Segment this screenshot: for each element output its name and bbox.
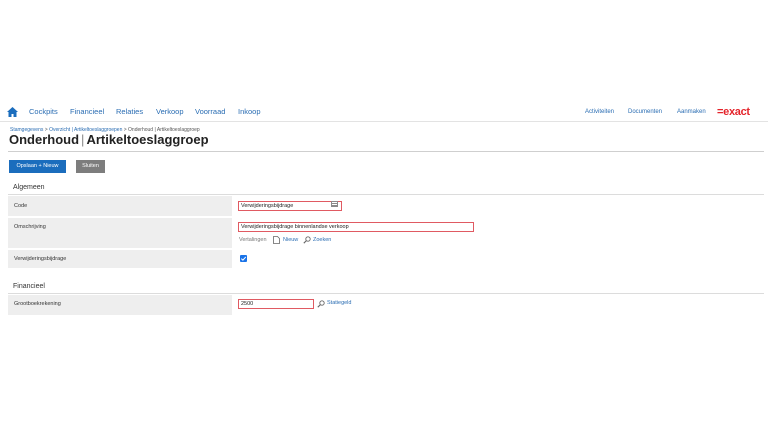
- exact-logo[interactable]: =exact: [717, 106, 750, 118]
- code-input[interactable]: Verwijderingsbijdrage: [238, 201, 342, 211]
- nav-item-voorraad[interactable]: Voorraad: [195, 107, 225, 116]
- list-lookup-icon[interactable]: [331, 201, 338, 207]
- nav-aanmaken[interactable]: Aanmaken: [677, 109, 706, 115]
- nav-item-inkoop[interactable]: Inkoop: [238, 107, 261, 116]
- statiegeld-link[interactable]: Statiegeld: [327, 300, 351, 306]
- section-title-algemeen: Algemeen: [13, 184, 45, 191]
- page-title-separator: |: [81, 132, 85, 147]
- section-title-financieel: Financieel: [13, 283, 45, 290]
- nav-documenten[interactable]: Documenten: [628, 109, 662, 115]
- home-icon[interactable]: [7, 107, 18, 117]
- search-icon[interactable]: [317, 300, 325, 308]
- page-title-part1: Onderhoud: [9, 132, 80, 147]
- nav-item-verkoop[interactable]: Verkoop: [156, 107, 184, 116]
- document-icon[interactable]: [273, 236, 280, 244]
- vertalingen-label: Vertalingen: [239, 237, 267, 243]
- nav-item-financieel[interactable]: Financieel: [70, 107, 104, 116]
- code-label: Code: [14, 203, 28, 209]
- checkmark-icon: [240, 256, 247, 261]
- omschrijving-input[interactable]: Verwijderingsbijdrage binnenlandse verko…: [238, 222, 474, 232]
- nav-item-relaties[interactable]: Relaties: [116, 107, 143, 116]
- save-new-button[interactable]: Opslaan + Nieuw: [9, 160, 66, 173]
- title-divider: [8, 151, 764, 152]
- nav-activiteiten[interactable]: Activiteiten: [585, 109, 614, 115]
- search-icon[interactable]: [303, 236, 311, 244]
- page-title: Onderhoud | Artikeltoeslaggroep: [9, 132, 209, 147]
- nav-item-cockpits[interactable]: Cockpits: [29, 107, 58, 116]
- omschrijving-label: Omschrijving: [14, 224, 46, 230]
- main-nav: Cockpits Financieel Relaties Verkoop Voo…: [0, 103, 768, 121]
- grootboek-label: Grootboekrekening: [14, 301, 61, 307]
- zoeken-link[interactable]: Zoeken: [313, 237, 331, 243]
- section-divider: [8, 293, 764, 294]
- nav-divider: [0, 121, 768, 122]
- page-title-part2: Artikeltoeslaggroep: [86, 132, 209, 147]
- verwijdering-label: Verwijderingsbijdrage: [14, 256, 67, 262]
- code-label-cell: [8, 196, 232, 216]
- nieuw-link[interactable]: Nieuw: [283, 237, 298, 243]
- omschrijving-label-cell: [8, 218, 232, 248]
- grootboek-input[interactable]: 2500: [238, 299, 314, 309]
- verwijdering-checkbox[interactable]: [240, 255, 247, 262]
- section-divider: [8, 194, 764, 195]
- close-button[interactable]: Sluiten: [76, 160, 105, 173]
